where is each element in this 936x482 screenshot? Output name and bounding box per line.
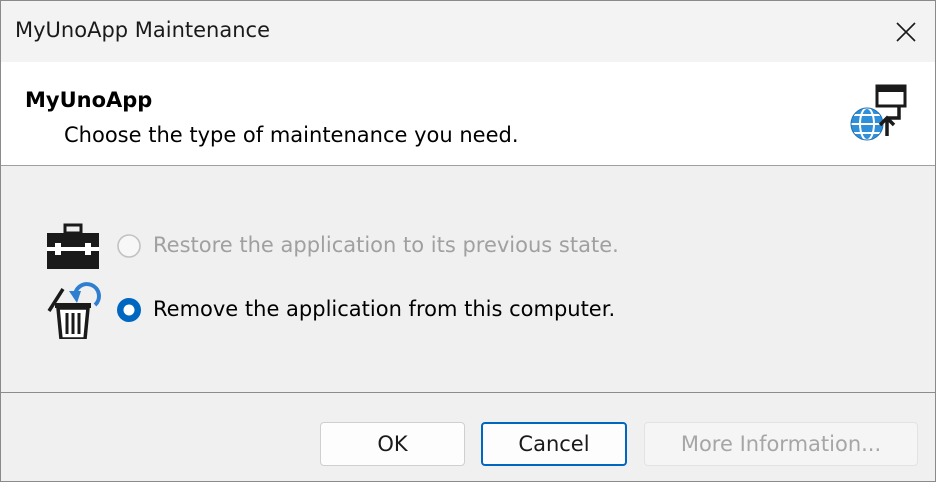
footer-divider xyxy=(1,392,935,393)
maintenance-dialog: MyUnoApp Maintenance MyUnoApp Choose the… xyxy=(0,0,936,482)
restore-radio[interactable] xyxy=(116,233,142,259)
remove-radio[interactable] xyxy=(116,297,142,323)
header-subtitle: Choose the type of maintenance you need. xyxy=(64,123,519,147)
option-restore[interactable]: Restore the application to its previous … xyxy=(1,219,701,273)
restore-option-label: Restore the application to its previous … xyxy=(153,233,619,257)
remove-option-label: Remove the application from this compute… xyxy=(153,297,616,321)
ok-button[interactable]: OK xyxy=(320,422,465,466)
globe-monitor-icon xyxy=(850,84,907,141)
maintenance-options: Restore the application to its previous … xyxy=(1,166,935,392)
toolbox-icon xyxy=(47,223,99,269)
app-name: MyUnoApp xyxy=(25,88,153,112)
window-title: MyUnoApp Maintenance xyxy=(15,18,271,42)
close-icon xyxy=(896,21,916,42)
close-button[interactable] xyxy=(877,1,935,62)
cancel-button[interactable]: Cancel xyxy=(481,422,627,466)
title-bar: MyUnoApp Maintenance xyxy=(1,1,935,62)
more-information-button[interactable]: More Information... xyxy=(644,422,918,466)
header-panel: MyUnoApp Choose the type of maintenance … xyxy=(1,62,935,166)
trash-undo-icon xyxy=(47,282,101,339)
option-remove[interactable]: Remove the application from this compute… xyxy=(1,282,701,339)
